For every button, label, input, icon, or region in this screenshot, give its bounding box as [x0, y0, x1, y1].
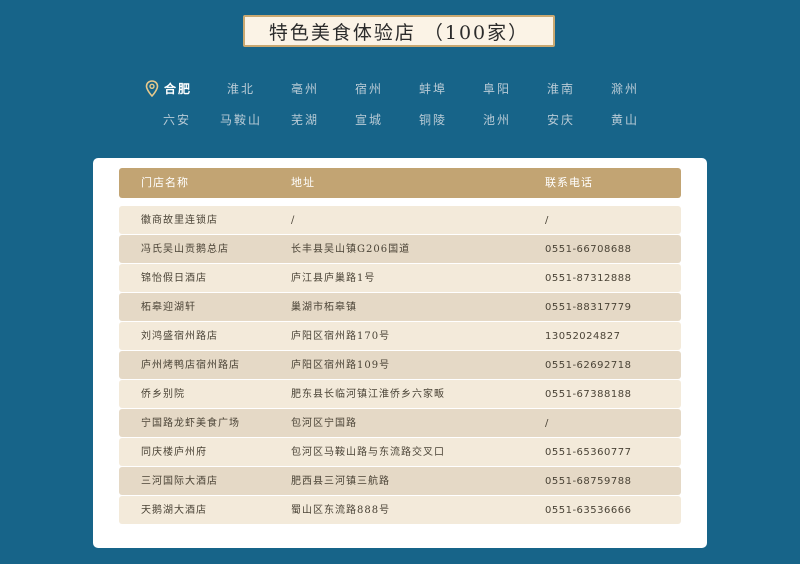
store-name: 侨乡别院 — [141, 389, 185, 400]
table-row: 庐州烤鸭店宿州路店 庐阳区宿州路109号 0551-62692718 — [119, 351, 681, 379]
header-store-name: 门店名称 — [141, 176, 189, 189]
city-tab-huainan[interactable]: 淮南 — [526, 80, 596, 97]
store-phone: 0551-62692718 — [545, 360, 632, 371]
city-tab-huangshan[interactable]: 黄山 — [590, 111, 660, 128]
city-tab-anqing[interactable]: 安庆 — [526, 111, 596, 128]
city-tab-tongling[interactable]: 铜陵 — [398, 111, 468, 128]
header-phone: 联系电话 — [545, 176, 593, 189]
store-name: 冯氏吴山贡鹅总店 — [141, 244, 229, 255]
city-tab-chuzhou[interactable]: 滁州 — [590, 80, 660, 97]
store-address: 肥西县三河镇三航路 — [291, 476, 390, 487]
store-address: 包河区宁国路 — [291, 418, 357, 429]
city-tab-chizhou[interactable]: 池州 — [462, 111, 532, 128]
store-phone: 0551-87312888 — [545, 273, 632, 284]
city-tab-hefei[interactable]: 合肥 — [143, 80, 213, 97]
store-name: 柘皋迎湖轩 — [141, 302, 196, 313]
city-tab-bozhou[interactable]: 亳州 — [270, 80, 340, 97]
store-phone: 13052024827 — [545, 331, 621, 342]
store-name: 天鹅湖大酒店 — [141, 505, 207, 516]
table-row: 三河国际大酒店 肥西县三河镇三航路 0551-68759788 — [119, 467, 681, 495]
store-name: 刘鸿盛宿州路店 — [141, 331, 218, 342]
store-address: 庐江县庐巢路1号 — [291, 273, 376, 284]
store-phone: 0551-66708688 — [545, 244, 632, 255]
store-phone: 0551-88317779 — [545, 302, 632, 313]
store-name: 三河国际大酒店 — [141, 476, 218, 487]
table-row: 徽商故里连锁店 / / — [119, 206, 681, 234]
city-tab-bengbu[interactable]: 蚌埠 — [398, 80, 468, 97]
city-tab-huaibei[interactable]: 淮北 — [206, 80, 276, 97]
table-row: 冯氏吴山贡鹅总店 长丰县吴山镇G206国道 0551-66708688 — [119, 235, 681, 263]
city-tab-luan[interactable]: 六安 — [142, 111, 212, 128]
store-name: 庐州烤鸭店宿州路店 — [141, 360, 240, 371]
city-nav: 合肥 淮北 亳州 宿州 蚌埠 阜阳 淮南 滁州 六安 马鞍山 芜湖 宣城 铜陵 … — [0, 0, 800, 140]
store-phone: 0551-68759788 — [545, 476, 632, 487]
store-phone: / — [545, 418, 549, 429]
table-row: 侨乡别院 肥东县长临河镇江淮侨乡六家畈 0551-67388188 — [119, 380, 681, 408]
store-address: 长丰县吴山镇G206国道 — [291, 244, 411, 255]
city-tab-xuancheng[interactable]: 宣城 — [334, 111, 404, 128]
store-address: 庐阳区宿州路170号 — [291, 331, 391, 342]
city-tab-maanshan[interactable]: 马鞍山 — [206, 111, 276, 128]
store-name: 徽商故里连锁店 — [141, 215, 218, 226]
header-address: 地址 — [291, 176, 315, 189]
city-tab-wuhu[interactable]: 芜湖 — [270, 111, 340, 128]
store-address: 巢湖市柘皋镇 — [291, 302, 357, 313]
store-address: 肥东县长临河镇江淮侨乡六家畈 — [291, 389, 445, 400]
store-address: 包河区马鞍山路与东流路交叉口 — [291, 447, 445, 458]
city-tab-fuyang[interactable]: 阜阳 — [462, 80, 532, 97]
table-row: 柘皋迎湖轩 巢湖市柘皋镇 0551-88317779 — [119, 293, 681, 321]
table-row: 同庆楼庐州府 包河区马鞍山路与东流路交叉口 0551-65360777 — [119, 438, 681, 466]
city-tab-suzhou[interactable]: 宿州 — [334, 80, 404, 97]
store-address: 蜀山区东流路888号 — [291, 505, 391, 516]
store-phone: 0551-63536666 — [545, 505, 632, 516]
store-address: / — [291, 215, 296, 226]
store-table-card: 门店名称 地址 联系电话 徽商故里连锁店 / / 冯氏吴山贡鹅总店 长丰县吴山镇… — [93, 158, 707, 548]
store-name: 锦怡假日酒店 — [141, 273, 207, 284]
table-row: 刘鸿盛宿州路店 庐阳区宿州路170号 13052024827 — [119, 322, 681, 350]
table-row: 天鹅湖大酒店 蜀山区东流路888号 0551-63536666 — [119, 496, 681, 524]
store-phone: 0551-65360777 — [545, 447, 632, 458]
store-name: 宁国路龙虾美食广场 — [141, 418, 240, 429]
store-phone: / — [545, 215, 549, 226]
store-phone: 0551-67388188 — [545, 389, 632, 400]
table-row: 锦怡假日酒店 庐江县庐巢路1号 0551-87312888 — [119, 264, 681, 292]
table-header: 门店名称 地址 联系电话 — [119, 168, 681, 198]
store-address: 庐阳区宿州路109号 — [291, 360, 391, 371]
table-row: 宁国路龙虾美食广场 包河区宁国路 / — [119, 409, 681, 437]
store-name: 同庆楼庐州府 — [141, 447, 207, 458]
